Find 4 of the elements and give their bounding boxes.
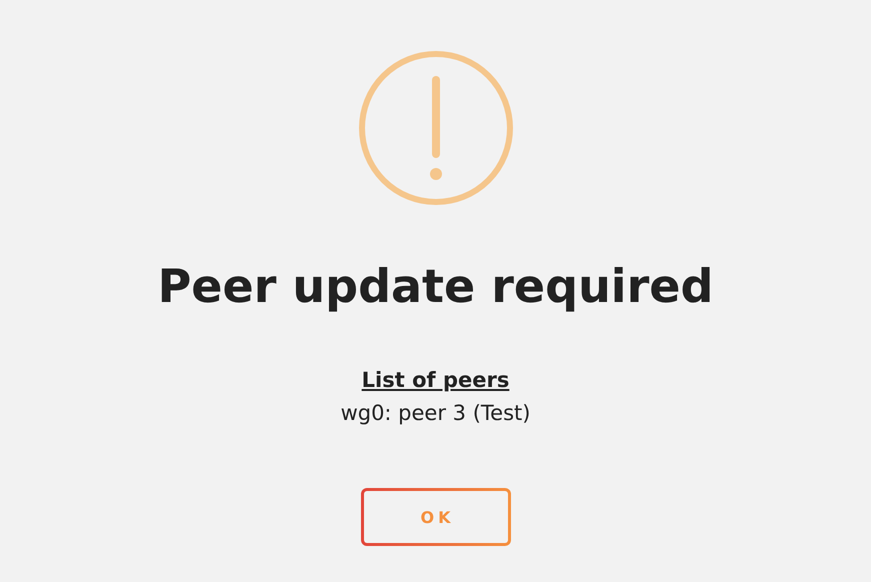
dialog-title: Peer update required bbox=[158, 258, 714, 314]
peers-link[interactable]: List of peers bbox=[362, 366, 510, 394]
peer-entry: wg0: peer 3 (Test) bbox=[340, 400, 530, 427]
warning-icon bbox=[358, 50, 514, 206]
